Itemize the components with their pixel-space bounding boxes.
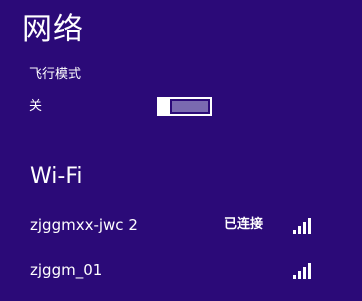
wifi-network-item[interactable]: zjggm_01 (0, 255, 362, 285)
wifi-signal-icon (293, 216, 315, 234)
toggle-track (172, 101, 208, 112)
wifi-signal-icon (293, 261, 315, 279)
toggle-knob[interactable] (157, 97, 170, 116)
wifi-network-item[interactable]: zjggmxx-jwc 2 已连接 (0, 210, 362, 240)
wifi-section-title: Wi-Fi (30, 164, 83, 189)
page-title: 网络 (22, 12, 84, 47)
airplane-mode-state: 关 (29, 99, 43, 114)
network-name: zjggm_01 (30, 261, 103, 279)
airplane-mode-toggle[interactable] (157, 97, 212, 116)
airplane-mode-label: 飞行模式 (29, 67, 82, 82)
connection-status: 已连接 (224, 217, 264, 232)
network-name: zjggmxx-jwc 2 (30, 216, 138, 234)
